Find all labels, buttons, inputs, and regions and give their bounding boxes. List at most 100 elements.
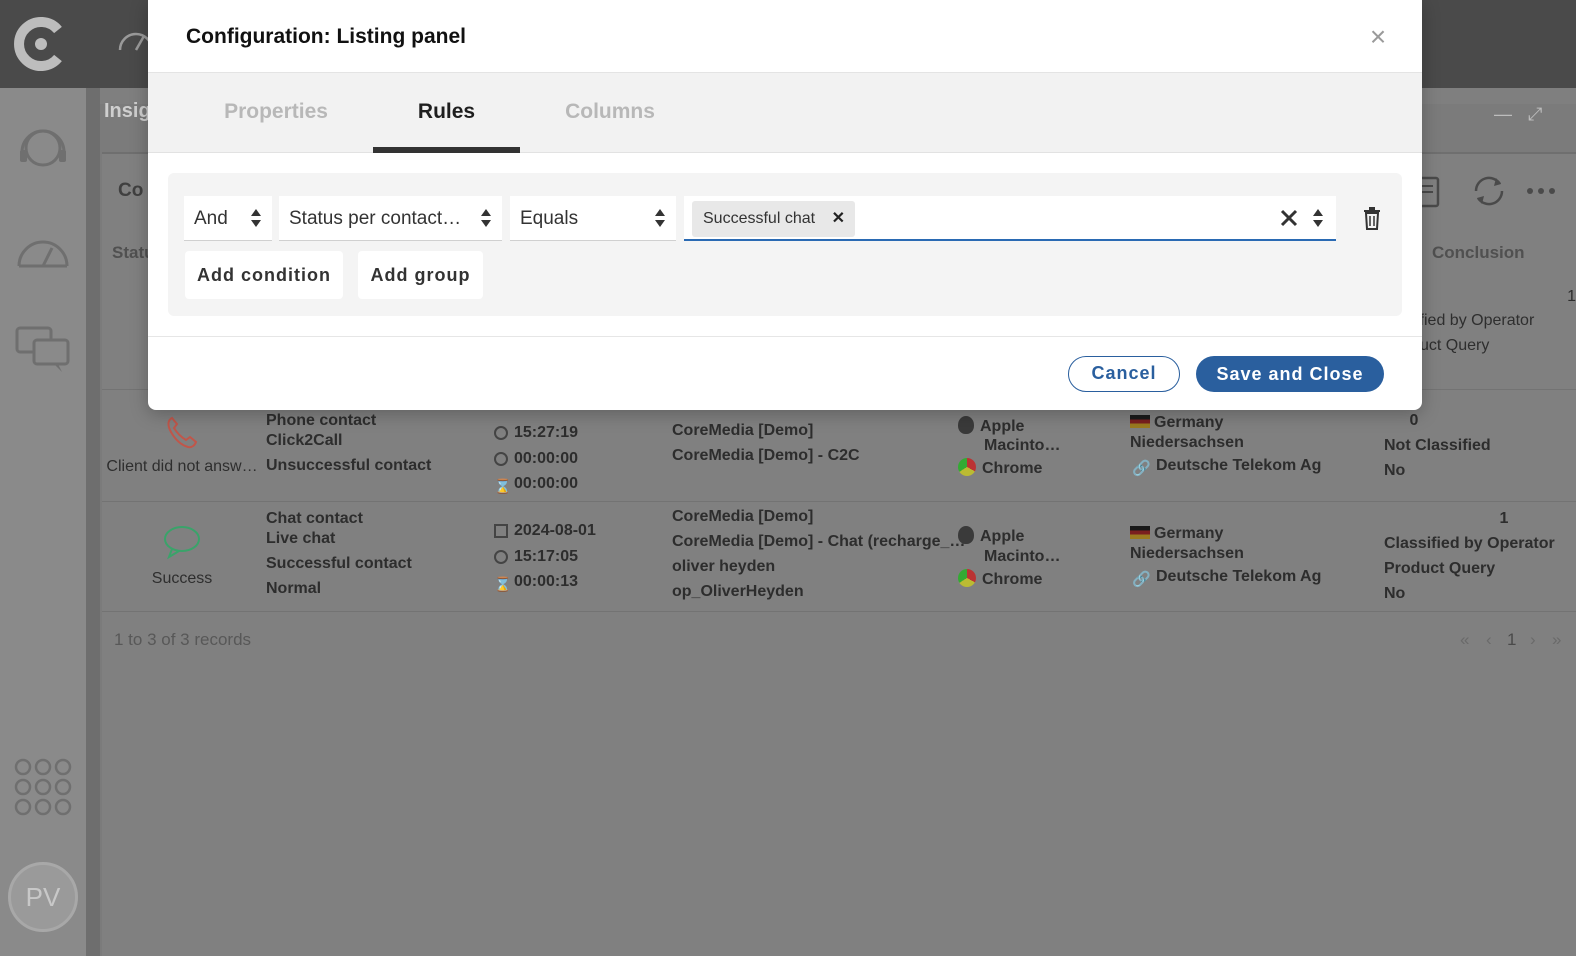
next-page-icon[interactable]: › [1530,630,1536,650]
os-value: Apple [980,418,1025,435]
clear-selection-icon[interactable] [1278,206,1300,230]
chat-bubble-icon [164,526,200,560]
contact-duration: ⌛ 00:00:13 [494,573,578,592]
browser-value: Chrome [982,460,1043,477]
remove-tag-icon[interactable]: ✕ [832,201,845,237]
user-avatar[interactable]: PV [8,862,78,932]
sort-arrows-icon [655,209,665,227]
contact-time: 15:17:05 [494,548,578,566]
field-select[interactable]: Status per contact… [279,196,502,241]
os-detail: Macinto… [984,548,1061,565]
link-icon: 🔗 [1132,460,1151,477]
more-options-icon[interactable] [1522,172,1560,210]
value-tag-label: Successful chat [703,210,816,227]
speedometer-icon[interactable] [14,222,72,280]
os-detail: Macinto… [984,437,1061,454]
sort-arrows-icon [251,209,261,227]
conclusion-classification: ified by Operator [1416,312,1535,329]
source-channel: CoreMedia [Demo] - Chat (recharge_… [672,533,966,550]
operator-name: oliver heyden [672,558,776,575]
duration-value: 00:00:13 [514,573,579,590]
time-value: 15:17:05 [514,548,579,565]
contact-wait: 00:00:00 [494,450,578,468]
operator-headset-icon[interactable] [14,120,72,178]
apps-grid-icon[interactable] [14,758,72,816]
contact-subtype: Click2Call [266,432,343,449]
sort-arrows-icon[interactable] [1312,208,1324,228]
phone-icon [167,416,198,449]
source-channel: CoreMedia [Demo] - C2C [672,447,860,464]
contact-date: 2024-08-01 [494,522,596,540]
country: Germany [1130,414,1223,432]
app-logo-icon [14,17,62,71]
operator-select[interactable]: Equals [510,196,676,241]
dialog-title: Configuration: Listing panel [186,25,466,48]
contact-subtype: Live chat [266,530,336,547]
country: Germany [1130,525,1223,543]
contact-channel: Chat contact [266,510,363,527]
germany-flag-icon [1130,526,1150,539]
tab-rules[interactable]: Rules [373,73,520,153]
conclusion-classification: Not Classified [1384,437,1491,454]
column-header-conclusion[interactable]: Conclusion [1432,243,1525,263]
contact-duration: ⌛ 00:00:00 [494,475,578,494]
hourglass-icon: ⌛ [494,478,512,494]
duration-value: 00:00:00 [514,475,579,492]
link-icon: 🔗 [1132,571,1151,588]
source-site: CoreMedia [Demo] [672,422,814,439]
isp: 🔗 Deutsche Telekom Ag [1132,568,1321,588]
contact-time: 15:27:19 [494,424,578,442]
prev-page-icon[interactable]: ‹ [1486,630,1492,650]
refresh-icon[interactable] [1470,172,1508,210]
wait-value: 00:00:00 [514,450,579,467]
value-multiselect[interactable]: Successful chat ✕ [684,196,1336,241]
hourglass-icon: ⌛ [494,576,512,592]
contact-priority: Normal [266,580,322,597]
dialog-header: Configuration: Listing panel × [148,0,1422,73]
save-and-close-button[interactable]: Save and Close [1196,356,1384,392]
dialog-footer-divider [148,336,1422,337]
status-label: Success [151,570,213,587]
os-value: Apple [980,528,1025,545]
tab-columns[interactable]: Columns [558,73,662,153]
conclusion-classification: Classified by Operator [1384,535,1555,552]
source-site: CoreMedia [Demo] [672,508,814,525]
first-page-icon[interactable]: « [1460,630,1469,650]
region: Niedersachsen [1130,545,1244,562]
minimize-icon[interactable]: — [1494,104,1512,125]
chat-messages-icon[interactable] [14,320,72,378]
chrome-icon [958,569,976,587]
close-icon[interactable]: × [1364,22,1392,52]
panel-title: Insig [104,100,151,122]
clock-icon [494,426,508,440]
logic-value: And [194,208,228,229]
sidebar [0,88,86,956]
cancel-button[interactable]: Cancel [1068,356,1180,392]
date-value: 2024-08-01 [514,522,596,539]
record-count: 1 to 3 of 3 records [114,630,252,649]
os-name: Apple [958,416,1024,436]
logic-select[interactable]: And [184,196,272,241]
browser-name: Chrome [958,569,1042,589]
tab-properties[interactable]: Properties [216,73,336,153]
clock-icon [494,550,508,564]
apple-icon [958,526,974,544]
status-label: Client did not answ… [106,458,258,475]
conclusion-count: 1 [1499,510,1509,527]
last-page-icon[interactable]: » [1552,630,1561,650]
table-row[interactable]: Success Chat contact Live chat Successfu… [102,502,1576,612]
sort-arrows-icon [481,209,491,227]
timer-icon [494,452,508,466]
delete-rule-icon[interactable] [1362,206,1382,230]
sidebar-divider [86,88,100,956]
field-value: Status per contact… [289,208,462,229]
conclusion-reason: Product Query [1384,560,1496,577]
time-value: 15:27:19 [514,424,579,441]
operator-value: Equals [520,208,579,229]
conclusion-count: 1 [1567,288,1576,305]
add-condition-button[interactable]: Add condition [185,251,343,299]
current-page[interactable]: 1 [1507,630,1516,650]
value-tag: Successful chat ✕ [692,201,856,237]
add-group-button[interactable]: Add group [358,251,483,299]
maximize-icon[interactable]: ⤢ [1528,104,1542,125]
